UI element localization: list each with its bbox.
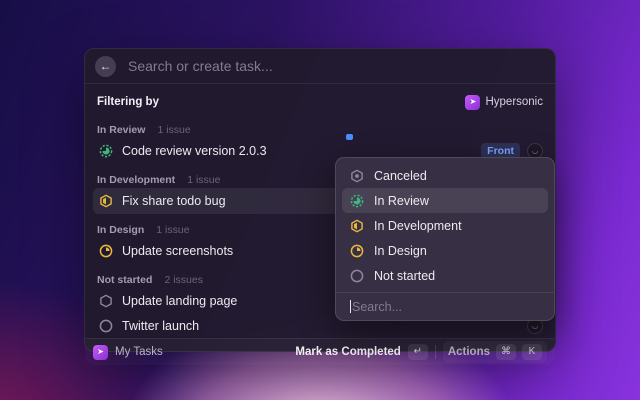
dropdown-item-in-design[interactable]: In Design (342, 238, 548, 263)
section-label: In Development (97, 174, 175, 186)
dropdown-item-canceled[interactable]: Canceled (342, 163, 548, 188)
task-title: Update screenshots (122, 244, 233, 258)
dropdown-item-label: Canceled (374, 169, 427, 183)
desktop: { "window": { "search_bar": { "placehold… (0, 0, 640, 400)
workspace-name: My Tasks (115, 346, 163, 358)
occluded-icon-fragment (346, 134, 353, 140)
in-review-status-icon (99, 144, 113, 158)
dropdown-item-not-started[interactable]: Not started (342, 263, 548, 288)
section-in-review: In Review 1 issue (93, 116, 547, 138)
search-input[interactable] (126, 57, 545, 75)
not-started-status-icon (99, 319, 113, 333)
task-title: Fix share todo bug (122, 194, 226, 208)
dropdown-search-input[interactable]: Search... (336, 292, 554, 320)
footer-divider (435, 345, 436, 359)
dropdown-item-label: In Design (374, 244, 427, 258)
search-bar: ← (85, 49, 555, 84)
section-label: In Design (97, 224, 144, 236)
section-count: 1 issue (187, 174, 220, 186)
section-count: 1 issue (156, 224, 189, 236)
cmd-key-badge: ⌘ (496, 344, 516, 360)
in-design-status-icon (350, 244, 364, 258)
in-design-status-icon (99, 244, 113, 258)
section-label: Not started (97, 274, 152, 286)
dropdown-search-placeholder: Search... (352, 300, 402, 314)
my-tasks-icon: ➤ (93, 345, 108, 360)
task-title: Update landing page (122, 294, 237, 308)
k-key-badge: K (522, 344, 542, 360)
footer-bar: ➤ My Tasks Mark as Completed ↵ Actions ⌘… (85, 338, 555, 365)
filter-bar: Filtering by ➤ Hypersonic (93, 88, 547, 116)
back-button[interactable]: ← (95, 56, 116, 77)
status-dropdown: Canceled In Review In Development (335, 157, 555, 321)
return-key-badge: ↵ (408, 344, 428, 360)
command-palette-window: ← Filtering by ➤ Hypersonic In Review 1 … (84, 48, 556, 352)
actions-label: Actions (448, 346, 490, 358)
dropdown-item-label: In Review (374, 194, 429, 208)
dropdown-item-in-development[interactable]: In Development (342, 213, 548, 238)
extension-badge[interactable]: ➤ Hypersonic (465, 95, 543, 110)
not-started-status-icon (350, 269, 364, 283)
dropdown-item-in-review[interactable]: In Review (342, 188, 548, 213)
actions-button[interactable]: Actions ⌘ K (443, 341, 547, 363)
text-caret (350, 300, 351, 313)
section-count: 1 issue (157, 124, 190, 136)
backlog-status-icon (99, 294, 113, 308)
hypersonic-icon: ➤ (465, 95, 480, 110)
extension-name: Hypersonic (485, 96, 543, 108)
arrow-left-icon: ← (100, 59, 112, 73)
canceled-status-icon (350, 169, 364, 183)
dropdown-item-label: In Development (374, 219, 462, 233)
footer-actions: Mark as Completed ↵ Actions ⌘ K (295, 341, 547, 363)
filtering-by-label: Filtering by (97, 96, 159, 108)
in-development-status-icon (99, 194, 113, 208)
primary-action-button[interactable]: Mark as Completed (295, 346, 400, 358)
in-development-status-icon (350, 219, 364, 233)
task-title: Twitter launch (122, 319, 199, 333)
in-review-status-icon (350, 194, 364, 208)
dropdown-item-label: Not started (374, 269, 435, 283)
task-title: Code review version 2.0.3 (122, 144, 267, 158)
section-count: 2 issues (164, 274, 203, 286)
section-label: In Review (97, 124, 145, 136)
workspace[interactable]: ➤ My Tasks (93, 345, 163, 360)
